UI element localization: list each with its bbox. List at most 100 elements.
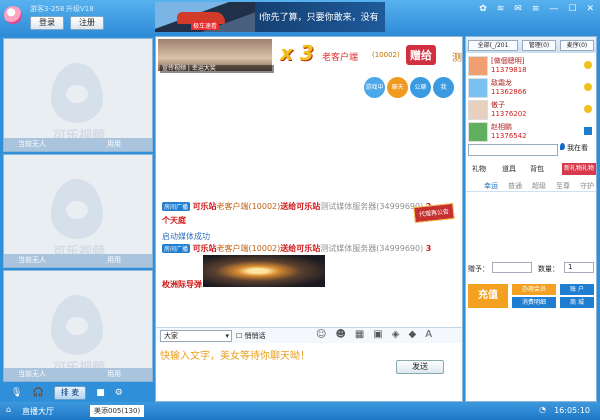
image-icon[interactable]: ▦ <box>355 329 364 340</box>
user-panel: 全部(_/201 管理(0) 麦序(0) [做個聰明] 11379818 敌霜龙… <box>465 36 597 402</box>
gift-sender-id: (10002) <box>372 51 400 59</box>
private-checkbox[interactable]: ☐ 悄悄话 <box>236 331 266 341</box>
speak-queue-button[interactable]: 排 麦 <box>53 386 87 400</box>
mall-button[interactable]: 商 城 <box>560 297 594 308</box>
consume-button[interactable]: 消费明细 <box>512 297 556 308</box>
msg-server: 测试媒体服务器(34999690) <box>320 202 424 211</box>
close-icon[interactable]: ✕ <box>586 4 594 14</box>
app-logo-icon <box>4 6 22 24</box>
vip-button[interactable]: 办理会员 <box>512 284 556 295</box>
video-permission: 用用 <box>107 370 121 378</box>
video-status: 当前无人 <box>18 370 46 378</box>
gift-animation-image <box>203 255 325 287</box>
maximize-icon[interactable]: ☐ <box>568 4 576 14</box>
banner-tag: 极车速看 <box>191 21 220 30</box>
minimize-icon[interactable]: — <box>549 4 558 14</box>
gift-overflow-char: 测 <box>452 53 462 64</box>
status-bar: ⌂ 直播大厅 美添005(130) ◔ 16:05:10 <box>0 402 600 420</box>
video-slot[interactable]: 可乐视频 当前无人 用用 <box>3 38 153 152</box>
bird-icon[interactable]: ◆ <box>408 329 416 340</box>
subtab-lucky[interactable]: 幸运 <box>484 181 498 191</box>
banner-text: I你先了算，只要你敢来，没有 <box>259 13 379 23</box>
menu-icon[interactable]: ≡ <box>532 4 540 14</box>
user-row[interactable]: 敌霜龙 11362866 <box>468 77 594 99</box>
crown-icon <box>584 61 592 69</box>
screenshot-icon[interactable]: ▣ <box>373 329 382 340</box>
home-icon[interactable]: ⌂ <box>6 405 11 414</box>
gift-to-input[interactable] <box>492 262 532 273</box>
user-id: 11376542 <box>491 132 527 140</box>
avatar <box>468 100 488 120</box>
me-button[interactable]: 我 <box>433 77 454 98</box>
gift-strip: 宣传视频 | 幸运大奖 x 3 老客户端 (10002) 赠给 测 <box>156 37 462 73</box>
skin-icon[interactable]: ✿ <box>479 4 487 14</box>
version-label[interactable]: 升级V18 <box>66 4 94 14</box>
promo-banner[interactable]: 极车速看 I你先了算，只要你敢来，没有 <box>155 2 385 32</box>
camera-icon[interactable]: ■ <box>96 388 105 398</box>
window-controls: ✿ ≋ ✉ ≡ — ☐ ✕ <box>479 4 594 14</box>
chat-panel: 宣传视频 | 幸运大奖 x 3 老客户端 (10002) 赠给 测 游戏中心 聊… <box>155 36 463 402</box>
divider <box>466 191 596 192</box>
qty-select[interactable]: 1 <box>564 262 594 273</box>
msg-from[interactable]: 可乐站 <box>193 202 217 211</box>
watching-button[interactable]: 我在看 <box>560 143 588 153</box>
tab-gift[interactable]: 礼物 <box>472 163 486 175</box>
subtab-supreme[interactable]: 至尊 <box>556 181 570 191</box>
gift-thumbnail[interactable]: 宣传视频 | 幸运大奖 <box>158 39 274 73</box>
target-select[interactable]: 大家 <box>160 330 232 342</box>
subtab-guard[interactable]: 守护 <box>580 181 594 191</box>
watching-label: 我在看 <box>567 144 588 152</box>
emoji-icon[interactable]: ☺ <box>316 329 326 340</box>
user-row[interactable]: [做個聰明] 11379818 <box>468 55 594 77</box>
user-row[interactable]: 赵相鹏 11376542 <box>468 121 594 143</box>
new-gift-button[interactable]: 新礼物礼物 <box>562 163 596 175</box>
clock-icon: ◔ <box>539 405 546 414</box>
crown-icon <box>584 105 592 113</box>
droplet-logo-icon <box>51 179 103 239</box>
manage-tab[interactable]: 管理(0) <box>522 40 556 51</box>
headphone-icon[interactable]: 🎧 <box>32 388 43 398</box>
chat-button[interactable]: 聊天 <box>387 77 408 98</box>
user-filter-select[interactable]: 全部(_/201 <box>468 40 518 51</box>
msg-to[interactable]: 可乐站 <box>296 244 320 253</box>
mic-bar: 🎙 🎧 排 麦 ■ ⚙ <box>3 384 153 402</box>
tab-props[interactable]: 道具 <box>502 163 516 175</box>
video-slot[interactable]: 可乐视频 当前无人 用用 <box>3 154 153 268</box>
login-button[interactable]: 登录 <box>30 16 64 30</box>
video-column: 可乐视频 当前无人 用用 可乐视频 当前无人 用用 可乐视频 当前无人 用用 <box>3 36 153 402</box>
gift-box-icon[interactable]: ◈ <box>392 329 400 340</box>
register-button[interactable]: 注册 <box>70 16 104 30</box>
game-center-button[interactable]: 游戏中心 <box>364 77 385 112</box>
gift-thumb-label: 宣传视频 | 幸运大奖 <box>160 65 274 73</box>
settings-icon[interactable]: ⚙ <box>115 388 123 398</box>
msg-to[interactable]: 可乐站 <box>296 202 320 211</box>
sticker-icon[interactable]: ☻ <box>335 329 345 340</box>
user-row[interactable]: 傲子 11376202 <box>468 99 594 121</box>
droplet-logo-icon <box>51 63 103 123</box>
subtab-normal[interactable]: 普通 <box>508 181 522 191</box>
video-permission: 用用 <box>107 256 121 264</box>
recharge-button[interactable]: 充值 <box>468 284 508 308</box>
avatar <box>468 122 488 142</box>
notice-stamp[interactable]: 代理再公告 <box>413 202 455 224</box>
video-footer: 当前无人 用用 <box>4 138 152 151</box>
qty-label: 数量： <box>538 265 559 273</box>
queue-tab[interactable]: 麦序(0) <box>560 40 594 51</box>
send-button[interactable]: 发送 <box>396 360 444 374</box>
public-chat-button[interactable]: 公聊 <box>410 77 431 98</box>
mic-icon[interactable]: 🎙 <box>11 388 22 398</box>
font-icon[interactable]: A <box>425 329 432 340</box>
hall-link[interactable]: 直播大厅 <box>22 406 54 417</box>
room-tab[interactable]: 美添005(130) <box>90 405 145 417</box>
user-list-header: 全部(_/201 管理(0) 麦序(0) <box>466 37 596 53</box>
msg-from[interactable]: 可乐站 <box>193 244 217 253</box>
wifi-icon[interactable]: ≋ <box>497 4 505 14</box>
user-search-input[interactable] <box>468 144 558 156</box>
tab-backpack[interactable]: 背包 <box>530 163 544 175</box>
title-bar: 游客3-258 升级V18 登录 注册 极车速看 I你先了算，只要你敢来，没有 … <box>0 0 600 36</box>
account-button[interactable]: 账 户 <box>560 284 594 295</box>
mail-icon[interactable]: ✉ <box>514 4 522 14</box>
video-slot[interactable]: 可乐视频 当前无人 用用 <box>3 270 153 382</box>
subtab-super[interactable]: 超级 <box>532 181 546 191</box>
message-input[interactable]: 快输入文字，美女等待你聊天呦！ 发送 <box>156 343 462 401</box>
